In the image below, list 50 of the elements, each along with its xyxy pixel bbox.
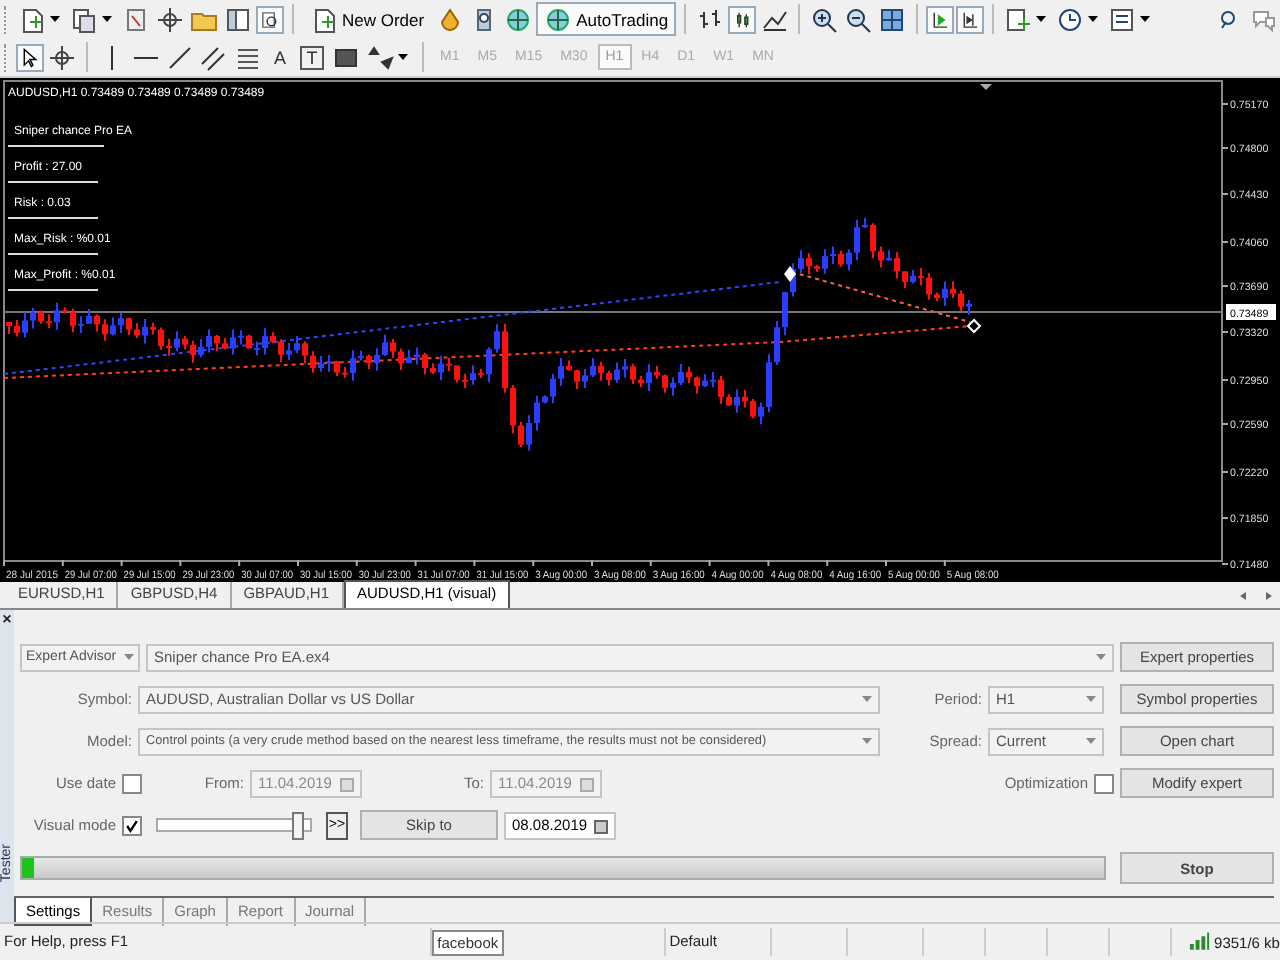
crosshair-icon[interactable] [46,41,78,73]
indicators-icon[interactable] [1002,3,1035,35]
auto-trading-button[interactable]: AutoTrading [536,2,677,36]
calendar-icon [594,817,610,833]
zoom-in-icon[interactable] [808,3,841,35]
calendar-icon [340,775,356,791]
use-date-checkbox[interactable] [122,773,142,793]
connection-bars-icon [1187,932,1211,952]
calendar-icon [580,775,596,791]
new-order-button[interactable]: New Order [302,2,433,36]
globe-icon[interactable] [502,3,535,35]
text-tool[interactable]: A [266,43,294,71]
slider-thumb[interactable] [291,812,304,840]
close-button[interactable]: × [2,610,12,628]
trade-marker-icon [966,318,982,334]
scroll-left-icon[interactable] [1238,590,1250,602]
chart-shift-marker-icon [980,84,992,90]
caret-icon[interactable] [50,16,60,22]
caret-icon [1086,738,1096,744]
globe-icon [544,5,573,33]
tile-windows-icon[interactable] [876,3,909,35]
new-order-icon [310,5,338,33]
chart-shift-icon[interactable] [956,5,985,33]
scroll-right-icon[interactable] [1262,590,1274,602]
auto-scroll-icon[interactable] [926,5,955,33]
caret-icon[interactable] [1036,16,1047,22]
crosshair-icon[interactable] [154,3,186,35]
caret-icon[interactable] [102,16,112,22]
arrows-icon[interactable] [364,41,396,73]
trade-marker-icon [784,266,796,282]
text-label-tool[interactable]: T [300,45,324,69]
caret-icon [862,738,872,744]
channel-icon[interactable] [198,41,230,73]
caret-icon [1096,654,1106,660]
caret-icon [1086,696,1096,702]
clock-icon[interactable] [1054,3,1087,35]
caret-icon[interactable] [398,54,408,60]
visual-mode-checkbox[interactable] [122,815,142,835]
caret-icon[interactable] [1140,16,1151,22]
optimization-checkbox[interactable] [1094,773,1114,793]
candlestick-icon[interactable] [728,5,757,33]
caret-icon[interactable] [1088,16,1099,22]
template-icon[interactable] [1106,3,1139,35]
cursor-icon[interactable] [16,43,44,71]
trend-line-icon[interactable] [164,41,196,73]
caret-icon [862,696,872,702]
profiles-icon[interactable] [68,3,100,35]
zoom-out-icon[interactable] [842,3,875,35]
magnifier-icon[interactable] [256,5,284,33]
caret-icon [124,654,134,660]
